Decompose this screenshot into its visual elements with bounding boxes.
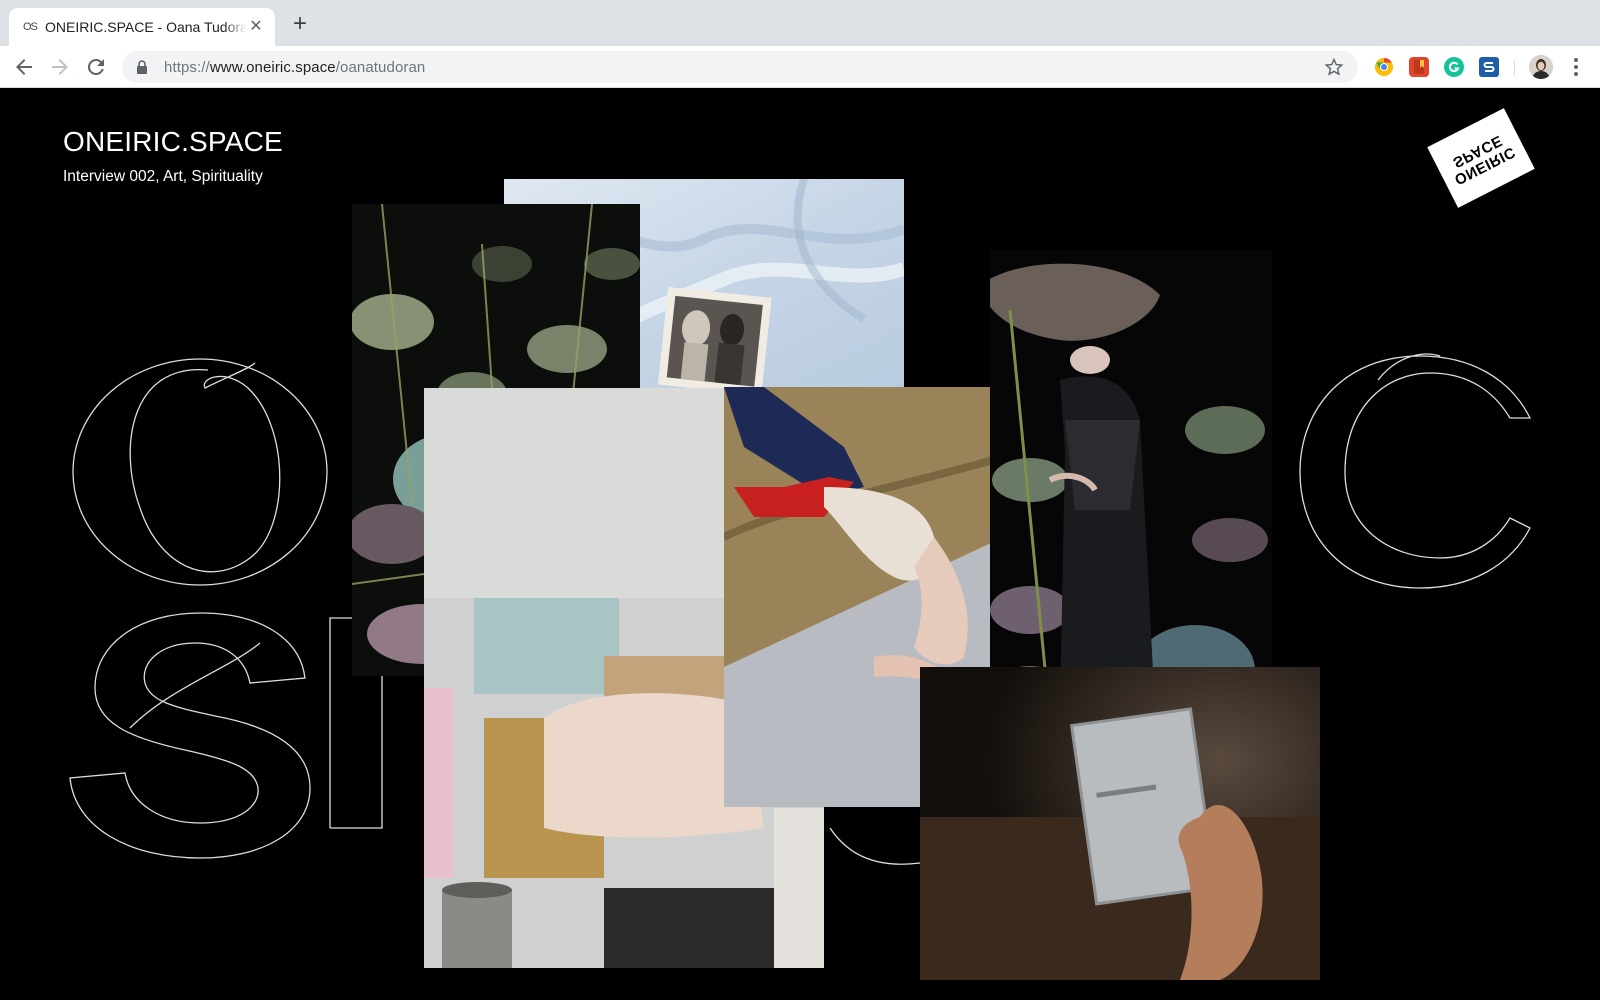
page-viewport: ONEIRIC.SPACE Interview 002, Art, Spirit… xyxy=(0,88,1600,1000)
arrow-right-icon xyxy=(52,59,68,75)
toolbar-separator xyxy=(1514,60,1515,76)
tab-close-icon[interactable]: ✕ xyxy=(247,18,265,36)
outline-letter-o xyxy=(72,358,328,586)
lock-icon xyxy=(137,60,147,74)
reload-icon xyxy=(87,58,104,75)
forward-button[interactable] xyxy=(48,55,72,79)
browser-tab-strip: OS ONEIRIC.SPACE - Oana Tudoran ✕ + xyxy=(0,0,1600,46)
tab-title: ONEIRIC.SPACE - Oana Tudoran xyxy=(45,19,247,35)
back-button[interactable] xyxy=(12,55,36,79)
reload-button[interactable] xyxy=(84,55,108,79)
browser-tab[interactable]: OS ONEIRIC.SPACE - Oana Tudoran ✕ xyxy=(9,8,275,46)
extension-grammarly-icon[interactable] xyxy=(1444,57,1464,77)
kebab-menu-icon[interactable] xyxy=(1566,56,1586,78)
photo-hand-holding-book[interactable] xyxy=(920,667,1320,980)
address-bar[interactable]: https://www.oneiric.space/oanatudoran xyxy=(122,51,1358,83)
extension-chrome-icon[interactable] xyxy=(1374,57,1394,77)
arrow-left-icon xyxy=(16,59,32,75)
outline-letter-s xyxy=(69,612,311,859)
site-logo-text[interactable]: ONEIRIC.SPACE xyxy=(63,126,283,158)
extension-s-icon[interactable] xyxy=(1479,57,1499,77)
extension-bookmark-icon[interactable] xyxy=(1409,57,1429,77)
new-tab-button[interactable]: + xyxy=(288,12,312,37)
browser-toolbar: https://www.oneiric.space/oanatudoran xyxy=(0,46,1600,88)
url-text: https://www.oneiric.space/oanatudoran xyxy=(164,58,426,76)
tab-favicon-icon: OS xyxy=(23,21,38,33)
interview-subtitle: Interview 002, Art, Spirituality xyxy=(63,168,263,185)
outline-letter-c xyxy=(1299,355,1532,589)
profile-avatar[interactable] xyxy=(1529,55,1553,79)
bookmark-star-icon[interactable] xyxy=(1324,57,1344,77)
